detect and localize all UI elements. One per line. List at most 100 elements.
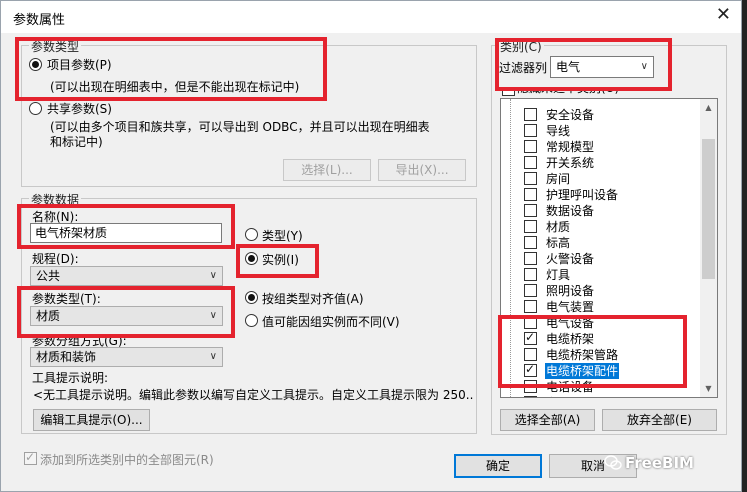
export-button[interactable]: 导出(X)...: [378, 159, 466, 181]
filter-value: 电气: [556, 60, 581, 74]
category-item[interactable]: 电话设备: [501, 379, 701, 395]
group-by-value: 材质和装饰: [36, 350, 97, 364]
instance-radio[interactable]: [245, 252, 258, 265]
category-label: 导线: [546, 124, 571, 138]
select-button[interactable]: 选择(L)...: [283, 159, 371, 181]
category-list[interactable]: 安全设备 导线 常规模型 开关系统房间 护理呼叫设备 数据设备 材质 标高 火警设备灯具照明设备…: [500, 98, 718, 398]
category-item[interactable]: 房间: [501, 171, 701, 187]
close-icon[interactable]: ✕: [716, 5, 731, 25]
category-checkbox[interactable]: [524, 362, 537, 377]
shared-param-label[interactable]: 共享参数(S): [47, 100, 112, 117]
category-checkbox[interactable]: [524, 268, 537, 281]
category-item[interactable]: 数据设备: [501, 203, 701, 219]
param-type-legend: 参数类型: [29, 38, 82, 55]
parameter-properties-dialog: 参数属性 ✕ 参数类型 项目参数(P) (可以出现在明细表中，但是不能出现在标记…: [0, 0, 742, 492]
category-label: 电缆桥架管路: [546, 348, 619, 362]
shared-param-desc-line1: (可以由多个项目和族共享，可以导出到 ODBC，并且可以出现在明细表: [50, 120, 430, 134]
category-checkbox[interactable]: [524, 348, 537, 361]
category-checkbox[interactable]: [524, 108, 537, 121]
category-checkbox[interactable]: [524, 380, 537, 393]
title-bar: 参数属性 ✕: [1, 1, 741, 33]
add-to-all-label[interactable]: 添加到所选类别中的全部图元(R): [40, 451, 214, 468]
category-item[interactable]: 开关系统: [501, 155, 701, 171]
vary-by-instance-radio[interactable]: [245, 314, 258, 327]
project-param-radio[interactable]: [29, 58, 42, 71]
add-to-all-checkbox[interactable]: [24, 450, 37, 465]
cancel-button[interactable]: 取消: [549, 454, 637, 478]
ok-button[interactable]: 确定: [454, 454, 542, 478]
category-checkbox[interactable]: [524, 172, 537, 185]
param-type-dropdown[interactable]: 材质 ∨: [30, 306, 223, 326]
scroll-down-icon[interactable]: ▼: [700, 380, 717, 397]
name-input[interactable]: 电气桥架材质: [30, 223, 222, 243]
deselect-all-button[interactable]: 放弃全部(E): [602, 409, 717, 431]
category-checkbox[interactable]: [524, 236, 537, 249]
category-item[interactable]: 护理呼叫设备: [501, 187, 701, 203]
category-label: 火警设备: [546, 252, 595, 266]
scroll-thumb[interactable]: [702, 139, 715, 279]
category-checkbox[interactable]: [524, 220, 537, 233]
select-all-button[interactable]: 选择全部(A): [500, 409, 595, 431]
align-by-group-label[interactable]: 按组类型对齐值(A): [262, 290, 364, 307]
category-label: 电气设备: [546, 316, 595, 330]
project-param-label[interactable]: 项目参数(P): [47, 56, 112, 73]
category-label: 房间: [546, 172, 571, 186]
edit-tooltip-button[interactable]: 编辑工具提示(O)...: [33, 409, 150, 431]
shared-param-radio[interactable]: [29, 102, 42, 115]
scroll-up-icon[interactable]: ▲: [700, 99, 717, 116]
category-item[interactable]: 材质: [501, 219, 701, 235]
category-item[interactable]: 照明设备: [501, 283, 701, 299]
param-type-label: 参数类型(T):: [32, 292, 101, 306]
category-scrollbar[interactable]: ▲ ▼: [700, 99, 717, 397]
background-edge: [742, 0, 747, 492]
param-type-value: 材质: [36, 309, 61, 323]
category-item[interactable]: 火警设备: [501, 251, 701, 267]
chevron-down-icon: ∨: [209, 351, 217, 362]
filter-dropdown[interactable]: 电气 ∨: [550, 56, 654, 78]
category-checkbox[interactable]: [524, 188, 537, 201]
category-item[interactable]: 电缆桥架配件: [501, 362, 701, 379]
align-by-group-radio[interactable]: [245, 291, 258, 304]
watermark-text: FreeBIM: [625, 454, 694, 472]
group-by-dropdown[interactable]: 材质和装饰 ∨: [30, 347, 223, 367]
category-item[interactable]: 电缆桥架管路: [501, 347, 701, 363]
category-checkbox[interactable]: [524, 140, 537, 153]
shared-param-desc-line2: 和标记中): [50, 135, 103, 149]
category-checkbox[interactable]: [524, 330, 537, 345]
tooltip-label: 工具提示说明:: [32, 371, 109, 385]
filter-label: 过滤器列: [499, 61, 548, 75]
vary-by-instance-label[interactable]: 值可能因组实例而不同(V): [262, 313, 400, 330]
chevron-down-icon: ∨: [209, 270, 217, 281]
type-radio[interactable]: [245, 228, 258, 241]
instance-radio-label[interactable]: 实例(I): [262, 251, 299, 268]
category-checkbox[interactable]: [524, 252, 537, 265]
discipline-dropdown[interactable]: 公共 ∨: [30, 266, 223, 286]
chevron-down-icon: ∨: [640, 61, 648, 72]
chevron-down-icon: ∨: [209, 310, 217, 321]
category-item[interactable]: 安全设备: [501, 107, 701, 123]
category-item[interactable]: 电缆桥架: [501, 330, 701, 347]
category-checkbox[interactable]: [524, 316, 537, 329]
category-checkbox[interactable]: [524, 204, 537, 217]
discipline-value: 公共: [36, 269, 61, 283]
category-label: 灯具: [546, 268, 571, 282]
category-item[interactable]: 电气装置: [501, 299, 701, 315]
type-radio-label[interactable]: 类型(Y): [262, 227, 303, 244]
category-item[interactable]: 导线: [501, 123, 701, 139]
category-item[interactable]: 灯具: [501, 267, 701, 283]
category-label: 电缆桥架配件: [545, 363, 620, 379]
category-checkbox[interactable]: [524, 156, 537, 169]
category-checkbox[interactable]: [524, 284, 537, 297]
category-checkbox[interactable]: [524, 300, 537, 313]
category-item[interactable]: 常规模型: [501, 139, 701, 155]
category-label: 开关系统: [546, 156, 595, 170]
category-checkbox[interactable]: [524, 124, 537, 137]
project-param-desc: (可以出现在明细表中，但是不能出现在标记中): [50, 80, 300, 94]
category-item[interactable]: 主题: [501, 395, 701, 397]
category-item[interactable]: 电气设备: [501, 315, 701, 331]
category-checkbox[interactable]: [524, 396, 537, 397]
category-label: 照明设备: [546, 284, 595, 298]
category-label: 数据设备: [546, 204, 595, 218]
categories-legend: 类别(C): [498, 38, 544, 55]
category-item[interactable]: 标高: [501, 235, 701, 251]
